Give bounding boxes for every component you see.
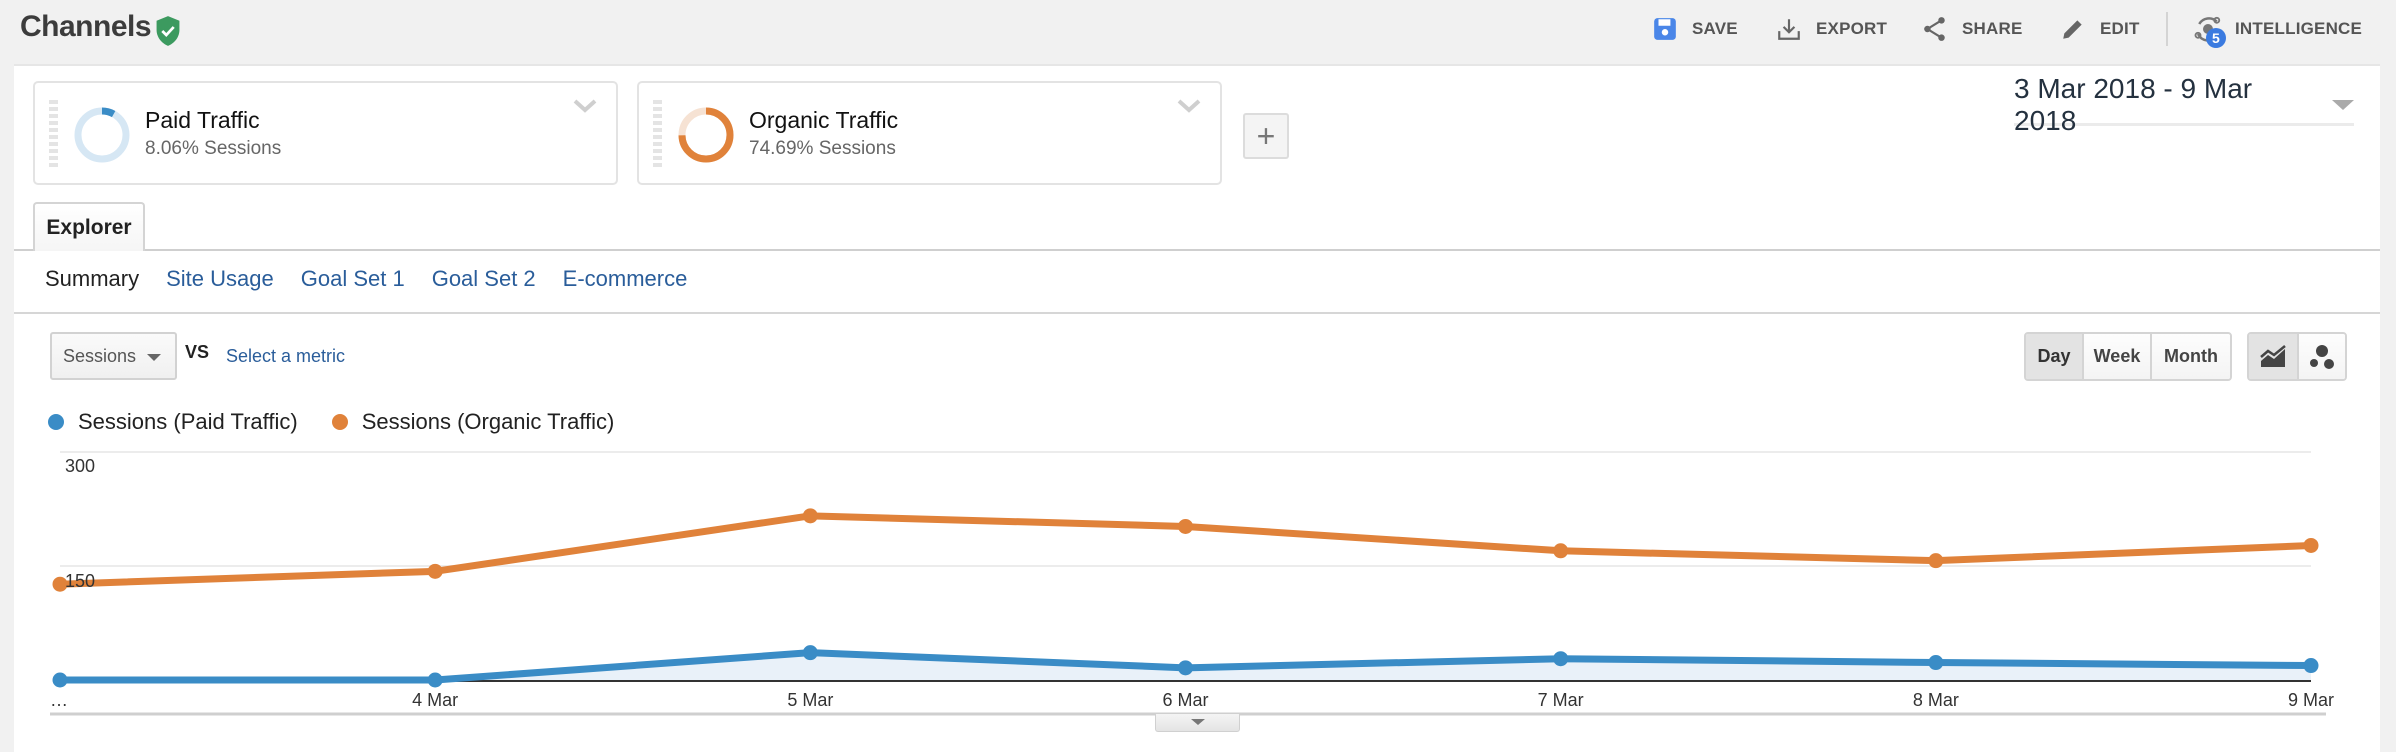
x-tick-label: 6 Mar (1162, 690, 1208, 710)
share-label: SHARE (1962, 19, 2023, 38)
segment-card-organic-traffic[interactable]: Organic Traffic 74.69% Sessions (637, 81, 1222, 185)
x-tick-label: 5 Mar (787, 690, 833, 710)
intelligence-icon: 5 (2193, 14, 2226, 48)
metric-select-value: Sessions (63, 345, 137, 366)
chart-expand-handle[interactable] (1155, 714, 1240, 732)
metric-select[interactable]: Sessions (50, 332, 177, 380)
edit-label: EDIT (2100, 19, 2140, 38)
segment-share: 74.69% Sessions (749, 138, 896, 159)
caret-down-icon (2332, 99, 2354, 110)
add-segment-button[interactable]: + (1243, 113, 1289, 159)
data-point[interactable] (802, 508, 818, 524)
toolbar-divider (2166, 12, 2168, 46)
day-button[interactable]: Day (2026, 334, 2082, 379)
shield-check-icon (156, 16, 180, 46)
drag-handle[interactable] (49, 100, 58, 170)
date-range-picker[interactable]: 3 Mar 2018 - 9 Mar 2018 (2014, 73, 2354, 136)
y-tick-label: 300 (65, 456, 95, 476)
caret-down-icon (1190, 719, 1205, 725)
edit-button[interactable]: EDIT (2060, 12, 2140, 46)
y-tick-label: 150 (65, 571, 95, 591)
data-point[interactable] (427, 672, 443, 688)
intelligence-label: INTELLIGENCE (2235, 19, 2363, 38)
drag-handle[interactable] (653, 100, 662, 170)
subtab-bar: Summary Site Usage Goal Set 1 Goal Set 2… (45, 266, 714, 292)
week-button[interactable]: Week (2082, 334, 2150, 379)
sessions-line-chart: 150 300 … 4 Mar 5 Mar 6 Mar 7 Mar 8 Mar 9 Mar (50, 451, 2334, 716)
save-button[interactable]: SAVE (1652, 12, 1738, 46)
chevron-down-icon[interactable] (572, 97, 598, 115)
data-point[interactable] (1928, 655, 1944, 671)
x-tick-label: 4 Mar (412, 690, 458, 710)
month-button[interactable]: Month (2150, 334, 2230, 379)
motion-chart-icon (2310, 344, 2334, 369)
motion-chart-button[interactable] (2297, 334, 2345, 379)
subtab-site-usage[interactable]: Site Usage (166, 266, 274, 292)
save-icon (1654, 18, 1676, 40)
subtab-divider (14, 312, 2380, 314)
donut-track (74, 107, 130, 163)
data-point[interactable] (1928, 553, 1944, 569)
intelligence-button[interactable]: 5 INTELLIGENCE (2193, 12, 2363, 48)
pencil-icon (2063, 20, 2082, 39)
x-tick-label: 7 Mar (1538, 690, 1584, 710)
share-icon (1924, 17, 1945, 41)
subtab-e-commerce[interactable]: E-commerce (563, 266, 688, 292)
segment-name: Paid Traffic (145, 107, 260, 133)
tab-explorer[interactable]: Explorer (33, 202, 145, 251)
segment-share: 8.06% Sessions (145, 138, 282, 159)
vs-label: VS (185, 342, 210, 362)
data-point[interactable] (1553, 543, 1569, 559)
chart-type-toggle (2247, 332, 2347, 381)
download-icon (1778, 19, 1800, 40)
export-button[interactable]: EXPORT (1776, 12, 1887, 46)
save-label: SAVE (1692, 19, 1738, 38)
data-point[interactable] (1178, 660, 1193, 676)
granularity-toggle: Day Week Month (2024, 332, 2232, 381)
x-tick-label: 8 Mar (1913, 690, 1959, 710)
tab-divider (14, 249, 2380, 251)
date-range-text: 3 Mar 2018 - 9 Mar 2018 (2014, 72, 2253, 136)
intelligence-badge: 5 (2206, 28, 2226, 48)
data-point[interactable] (802, 645, 818, 661)
data-point[interactable] (1178, 518, 1193, 534)
chevron-down-icon[interactable] (1176, 97, 1202, 115)
page-gutter (2380, 64, 2396, 752)
segment-card-paid-traffic[interactable]: Paid Traffic 8.06% Sessions (33, 81, 618, 185)
x-tick-label: 9 Mar (2288, 690, 2334, 710)
data-point[interactable] (427, 563, 443, 579)
line-chart-button[interactable] (2249, 334, 2297, 379)
data-point[interactable] (1553, 651, 1569, 667)
donut-organic-traffic (678, 107, 734, 163)
segment-name: Organic Traffic (749, 107, 899, 133)
x-tick-label: … (50, 690, 68, 710)
page-title: Channels (20, 10, 152, 43)
subtab-goal-set-1[interactable]: Goal Set 1 (301, 266, 405, 292)
legend-dot (48, 414, 64, 430)
subtab-goal-set-2[interactable]: Goal Set 2 (432, 266, 536, 292)
legend-dot (331, 414, 348, 430)
select-metric-link[interactable]: Select a metric (226, 346, 345, 367)
caret-down-icon (147, 354, 161, 361)
data-point[interactable] (2303, 537, 2319, 553)
subtab-summary[interactable]: Summary (45, 266, 139, 292)
share-button[interactable]: SHARE (1922, 12, 2023, 46)
data-point[interactable] (2303, 658, 2319, 674)
donut-paid-traffic (74, 107, 130, 163)
data-point[interactable] (52, 672, 68, 688)
line-chart-icon (2260, 344, 2286, 367)
export-label: EXPORT (1816, 19, 1888, 38)
